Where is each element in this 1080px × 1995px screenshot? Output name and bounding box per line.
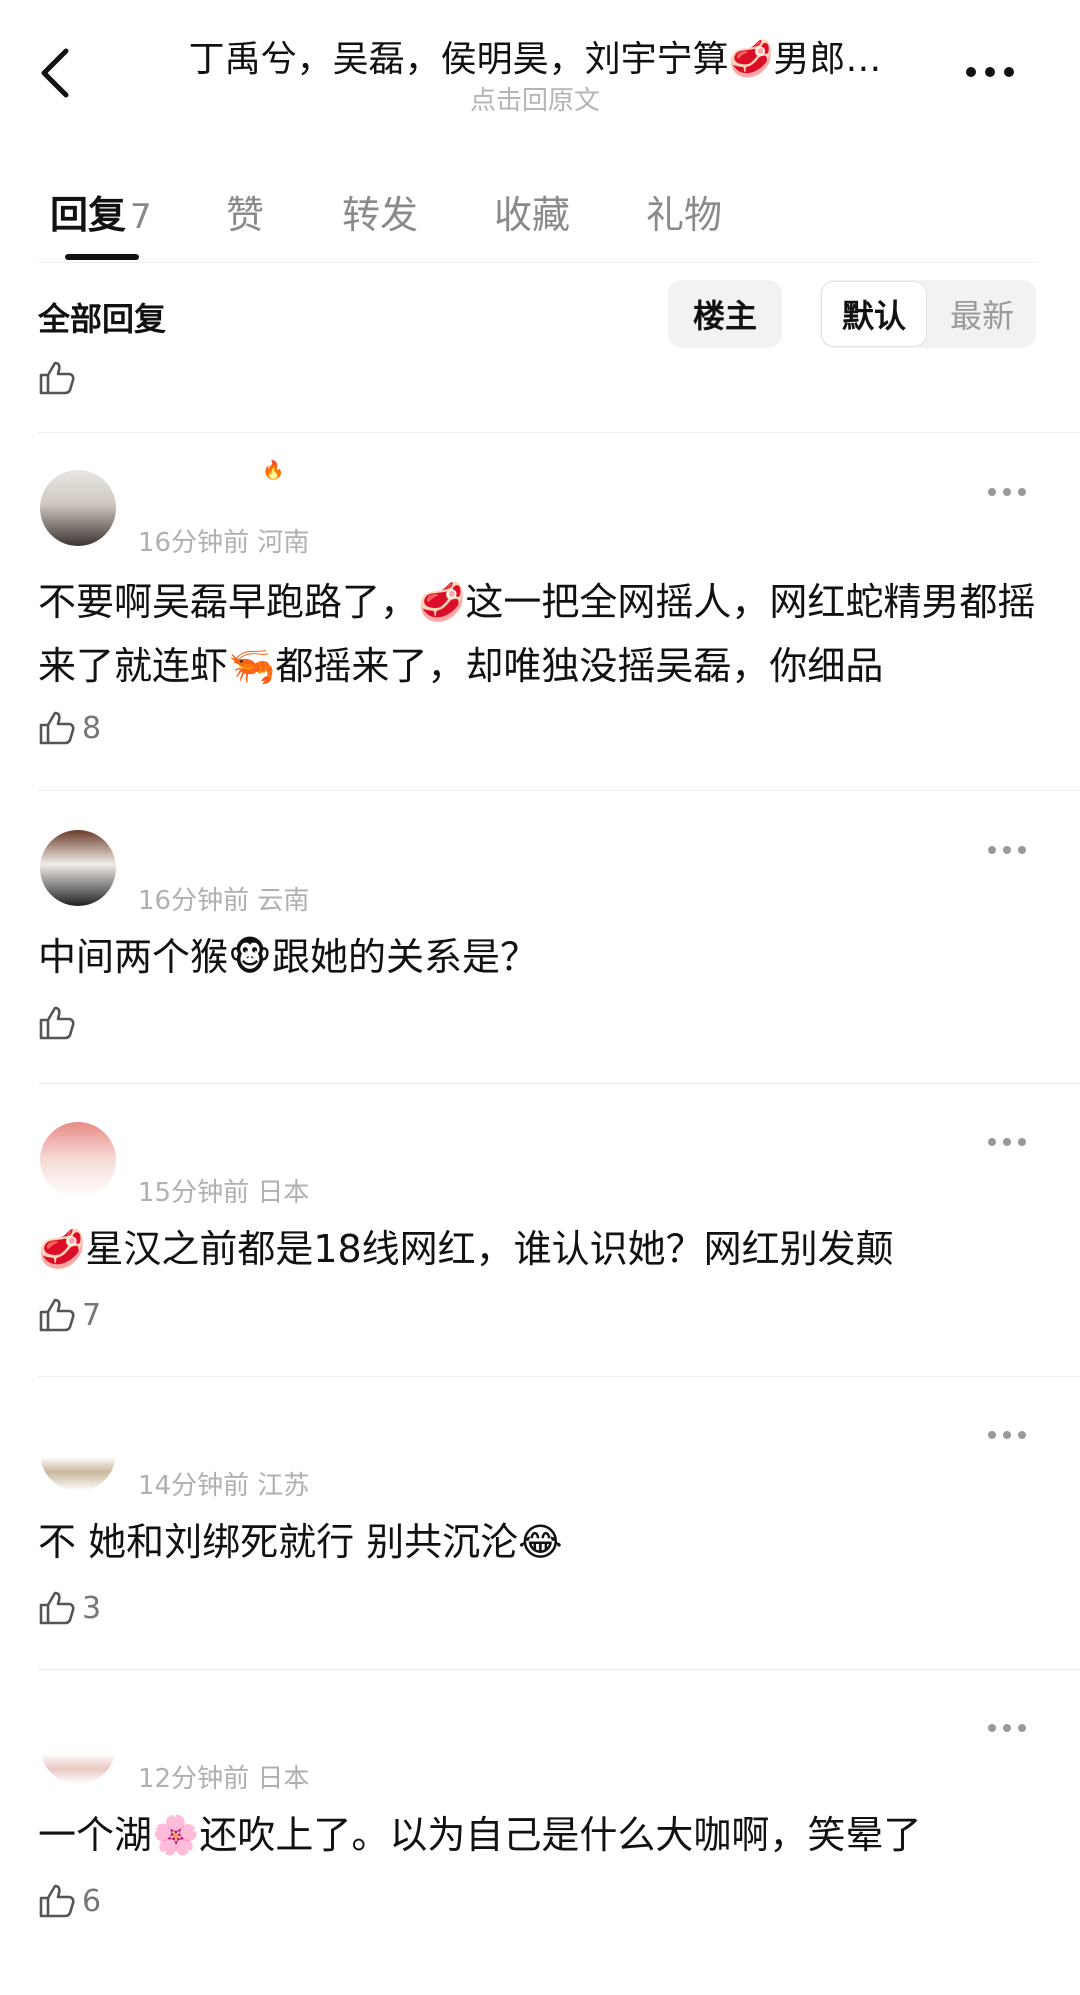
comment-more-icon[interactable] xyxy=(988,846,1026,854)
like-button[interactable]: 8 xyxy=(38,710,101,746)
back-to-original-link[interactable]: 点击回原文 xyxy=(140,80,930,117)
all-replies-title: 全部回复 xyxy=(38,300,167,338)
avatar[interactable] xyxy=(40,470,116,546)
sort-default-button[interactable]: 默认 xyxy=(822,282,926,346)
comment-item: 14分钟前 江苏 不 她和刘绑死就行 别共沉沦😂 3 xyxy=(0,1405,1080,1655)
tab-replies-count: 7 xyxy=(130,197,152,237)
avatar[interactable] xyxy=(40,1122,116,1198)
tab-favorites[interactable]: 收藏 xyxy=(494,184,570,239)
like-count: 8 xyxy=(82,710,102,746)
thumbs-up-icon xyxy=(39,711,75,745)
comment-more-icon[interactable] xyxy=(988,1724,1026,1732)
thumbs-up-icon xyxy=(39,1884,75,1918)
comment-more-icon[interactable] xyxy=(988,488,1026,496)
comment-divider xyxy=(38,1083,1080,1084)
top-bar: 丁禹兮，吴磊，侯明昊，刘宇宁算🥩男郎… 点击回原文 xyxy=(0,0,1080,130)
like-button[interactable]: 3 xyxy=(38,1590,101,1626)
reply-filter-bar: 全部回复 楼主 默认 最新 xyxy=(0,280,1080,350)
comment-item: 16分钟前 云南 中间两个猴🐵跟她的关系是？ xyxy=(0,820,1080,1070)
like-count: 7 xyxy=(82,1297,102,1333)
back-icon[interactable] xyxy=(36,45,80,101)
comment-item: 15分钟前 日本 🥩星汉之前都是18线网红，谁认识她？网红别发颠 7 xyxy=(0,1112,1080,1362)
comment-divider xyxy=(38,1376,1080,1377)
badge-icon: 🔥 xyxy=(262,460,285,481)
sort-toggle: 默认 最新 xyxy=(820,280,1036,348)
thumbs-up-icon xyxy=(39,1006,75,1040)
comment-text: 不 她和刘绑死就行 别共沉沦😂 xyxy=(38,1520,563,1564)
like-button[interactable] xyxy=(38,1005,82,1041)
comment-meta: 15分钟前 日本 xyxy=(138,1178,310,1208)
comment-divider xyxy=(38,1669,1080,1670)
comment-divider xyxy=(38,432,1080,433)
thumbs-up-icon xyxy=(39,1298,75,1332)
tab-replies-label: 回复 xyxy=(50,193,127,237)
like-count: 3 xyxy=(82,1590,102,1626)
more-options-icon[interactable] xyxy=(955,52,1025,92)
page-title[interactable]: 丁禹兮，吴磊，侯明昊，刘宇宁算🥩男郎… xyxy=(140,30,930,82)
comment-item: 12分钟前 日本 一个湖🌸还吹上了。以为自己是什么大咖啊，笑晕了 6 xyxy=(0,1698,1080,1995)
avatar[interactable] xyxy=(40,830,116,906)
tabs-divider xyxy=(38,262,1038,263)
avatar[interactable] xyxy=(40,1708,116,1784)
tab-gifts[interactable]: 礼物 xyxy=(646,184,722,239)
comment-text: 不要啊吴磊早跑路了，🥩这一把全网摇人，网红蛇精男都摇来了就连虾🦐都摇来了，却唯独… xyxy=(38,580,1036,688)
like-button[interactable] xyxy=(38,360,76,396)
comment-text: 中间两个猴🐵跟她的关系是？ xyxy=(38,935,538,979)
comment-divider xyxy=(38,790,1080,791)
comment-meta: 16分钟前 河南 xyxy=(138,528,310,558)
owner-only-button[interactable]: 楼主 xyxy=(668,280,782,348)
comment-meta: 16分钟前 云南 xyxy=(138,886,310,916)
tab-bar: 回复 7 赞 转发 收藏 礼物 xyxy=(0,170,1080,266)
like-button[interactable]: 7 xyxy=(38,1297,101,1333)
comment-more-icon[interactable] xyxy=(988,1138,1026,1146)
thumbs-up-icon xyxy=(39,1591,75,1625)
active-tab-indicator xyxy=(65,254,139,260)
tab-replies[interactable]: 回复 7 xyxy=(50,184,152,239)
comment-meta: 14分钟前 江苏 xyxy=(138,1471,310,1501)
comment-text: 🥩星汉之前都是18线网红，谁认识她？网红别发颠 xyxy=(38,1227,894,1271)
like-button[interactable]: 6 xyxy=(38,1883,101,1919)
sort-latest-button[interactable]: 最新 xyxy=(930,282,1034,346)
tab-reposts[interactable]: 转发 xyxy=(342,184,418,239)
tab-likes[interactable]: 赞 xyxy=(226,184,264,239)
comment-more-icon[interactable] xyxy=(988,1431,1026,1439)
like-count: 6 xyxy=(82,1883,102,1919)
thumbs-up-icon xyxy=(39,361,75,395)
comment-meta: 12分钟前 日本 xyxy=(138,1764,310,1794)
comment-text: 一个湖🌸还吹上了。以为自己是什么大咖啊，笑晕了 xyxy=(38,1813,922,1857)
comment-item: 🔥 16分钟前 河南 不要啊吴磊早跑路了，🥩这一把全网摇人，网红蛇精男都摇来了就… xyxy=(0,460,1080,785)
avatar[interactable] xyxy=(40,1415,116,1491)
